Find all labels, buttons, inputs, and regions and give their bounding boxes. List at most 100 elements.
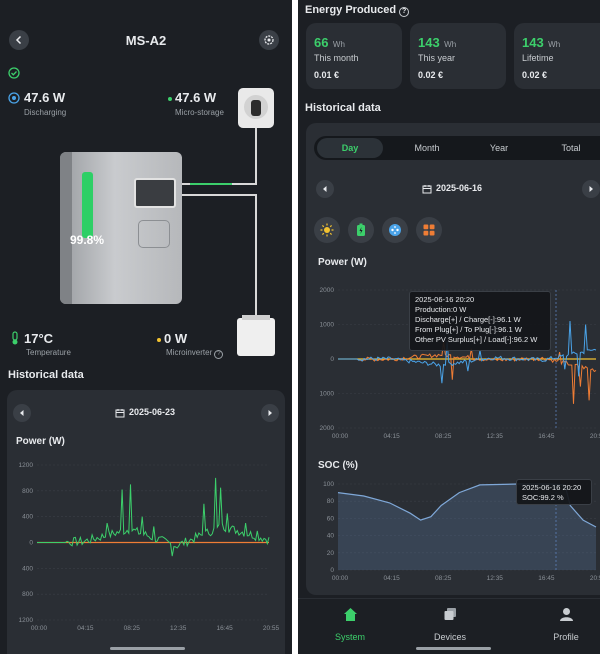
device-screen: MS-A2 47.6 W Discharging 47.6 W Micro-st… <box>0 0 292 654</box>
y-tick-label: 800 <box>22 488 33 495</box>
stat-card-year[interactable]: 143 Wh This year 0.02 € <box>410 23 506 89</box>
stat-value: 143 <box>522 35 544 50</box>
x-tick-label: 00:00 <box>332 575 349 582</box>
stat-label: Lifetime <box>522 53 554 63</box>
x-tick-label: 20:55 <box>590 575 600 582</box>
y-tick-label: 2000 <box>320 287 335 294</box>
date-label: 2025-06-23 <box>129 407 176 417</box>
y-tick-label: 80 <box>327 498 335 505</box>
y-tick-label: 1000 <box>320 391 335 398</box>
soc-tooltip: 2025-06-16 20:20 SOC:99.2 % <box>516 479 592 505</box>
prev-arrow-icon <box>20 410 24 416</box>
stat-unit: Wh <box>548 40 561 49</box>
filter-other-button[interactable] <box>416 217 442 243</box>
system-screen: Energy Produced ? 66 Wh This month 0.01 … <box>298 0 600 654</box>
stat-card-month[interactable]: 66 Wh This month 0.01 € <box>306 23 402 89</box>
y-tick-label: 400 <box>22 514 33 521</box>
calendar-icon <box>115 409 125 418</box>
stat-unit: Wh <box>332 40 345 49</box>
stat-money: 0.01 € <box>314 70 340 80</box>
bottom-nav: System Devices Profile <box>298 598 600 654</box>
y-tick-label: 0 <box>330 567 334 574</box>
next-arrow-icon <box>589 186 593 192</box>
historical-data-title: Historical data <box>8 369 84 381</box>
historical-data-title: Historical data <box>305 102 381 114</box>
microinverter-label: Microinverter <box>166 348 213 357</box>
stat-money: 0.02 € <box>522 70 548 80</box>
filter-plug-button[interactable] <box>382 217 408 243</box>
power-chart-title: Power (W) <box>16 436 65 447</box>
microinverter-value: 0 W <box>164 331 188 346</box>
grid-icon <box>423 224 435 236</box>
filter-battery-button[interactable] <box>348 217 374 243</box>
devices-icon <box>444 608 456 620</box>
stat-value: 143 <box>418 35 440 50</box>
stat-label: This month <box>314 53 359 63</box>
storage-device: 99.8% <box>60 152 182 304</box>
filter-solar-button[interactable] <box>314 217 340 243</box>
x-tick-label: 20:55 <box>590 433 600 440</box>
y-tick-label: 2000 <box>320 425 335 432</box>
temperature-label: Temperature <box>26 348 71 357</box>
x-tick-label: 00:00 <box>31 625 48 632</box>
calendar-icon <box>422 185 432 194</box>
x-tick-label: 12:35 <box>487 433 504 440</box>
x-tick-label: 08:25 <box>435 433 452 440</box>
prev-date-button[interactable] <box>316 180 334 198</box>
y-tick-label: 40 <box>327 533 335 540</box>
x-tick-label: 04:15 <box>383 575 400 582</box>
x-tick-label: 12:35 <box>170 625 187 632</box>
next-arrow-icon <box>268 410 272 416</box>
y-tick-label: 800 <box>22 591 33 598</box>
home-icon <box>344 608 357 621</box>
x-tick-label: 16:45 <box>538 575 555 582</box>
y-tick-label: 1000 <box>320 322 335 329</box>
next-date-button[interactable] <box>582 180 600 198</box>
y-tick-label: 60 <box>327 515 335 522</box>
plug-icon <box>389 224 401 236</box>
x-tick-label: 00:00 <box>332 433 349 440</box>
y-tick-label: 20 <box>327 550 335 557</box>
home-indicator <box>416 647 491 650</box>
microinverter-device <box>237 315 275 356</box>
date-label: 2025-06-16 <box>436 183 483 193</box>
battery-icon <box>357 223 365 236</box>
nav-profile[interactable]: Profile <box>534 605 598 645</box>
x-tick-label: 04:15 <box>383 433 400 440</box>
energy-produced-title: Energy Produced ? <box>305 4 410 17</box>
series-line <box>37 477 270 557</box>
y-tick-label: 0 <box>330 356 334 363</box>
tab-total[interactable]: Total <box>536 143 600 153</box>
profile-icon <box>560 608 573 621</box>
info-icon[interactable]: ? <box>399 7 410 17</box>
nav-devices[interactable]: Devices <box>418 605 482 645</box>
stat-unit: Wh <box>444 40 457 49</box>
power-chart-title: Power (W) <box>318 257 367 268</box>
y-tick-label: 0 <box>29 540 33 547</box>
tab-year[interactable]: Year <box>464 143 534 153</box>
x-tick-label: 16:45 <box>538 433 555 440</box>
period-tabs: Day Month Year Total <box>314 136 600 160</box>
prev-arrow-icon <box>323 186 327 192</box>
tab-month[interactable]: Month <box>392 143 462 153</box>
stat-card-lifetime[interactable]: 143 Wh Lifetime 0.02 € <box>514 23 600 89</box>
soc-display: 99.8% <box>70 233 105 247</box>
series-line <box>338 341 597 404</box>
x-tick-label: 04:15 <box>77 625 94 632</box>
stat-value: 66 <box>314 35 329 50</box>
y-tick-label: 1200 <box>19 617 34 624</box>
y-tick-label: 100 <box>323 481 334 488</box>
tab-day[interactable]: Day <box>317 138 383 158</box>
home-indicator <box>110 647 185 650</box>
temperature-value: 17°C <box>24 331 54 346</box>
x-tick-label: 08:25 <box>124 625 141 632</box>
prev-date-button[interactable] <box>13 404 31 422</box>
help-icon[interactable]: ? <box>214 350 224 359</box>
left-power-chart: 12008004000400800120000:00 04:15 08:25 12:3… <box>19 462 280 632</box>
stat-label: This year <box>418 53 456 63</box>
power-tooltip: 2025-06-16 20:20 Production:0 W Discharg… <box>409 291 551 351</box>
nav-system[interactable]: System <box>318 605 382 645</box>
x-tick-label: 16:45 <box>216 625 233 632</box>
next-date-button[interactable] <box>261 404 279 422</box>
x-tick-label: 08:25 <box>435 575 452 582</box>
